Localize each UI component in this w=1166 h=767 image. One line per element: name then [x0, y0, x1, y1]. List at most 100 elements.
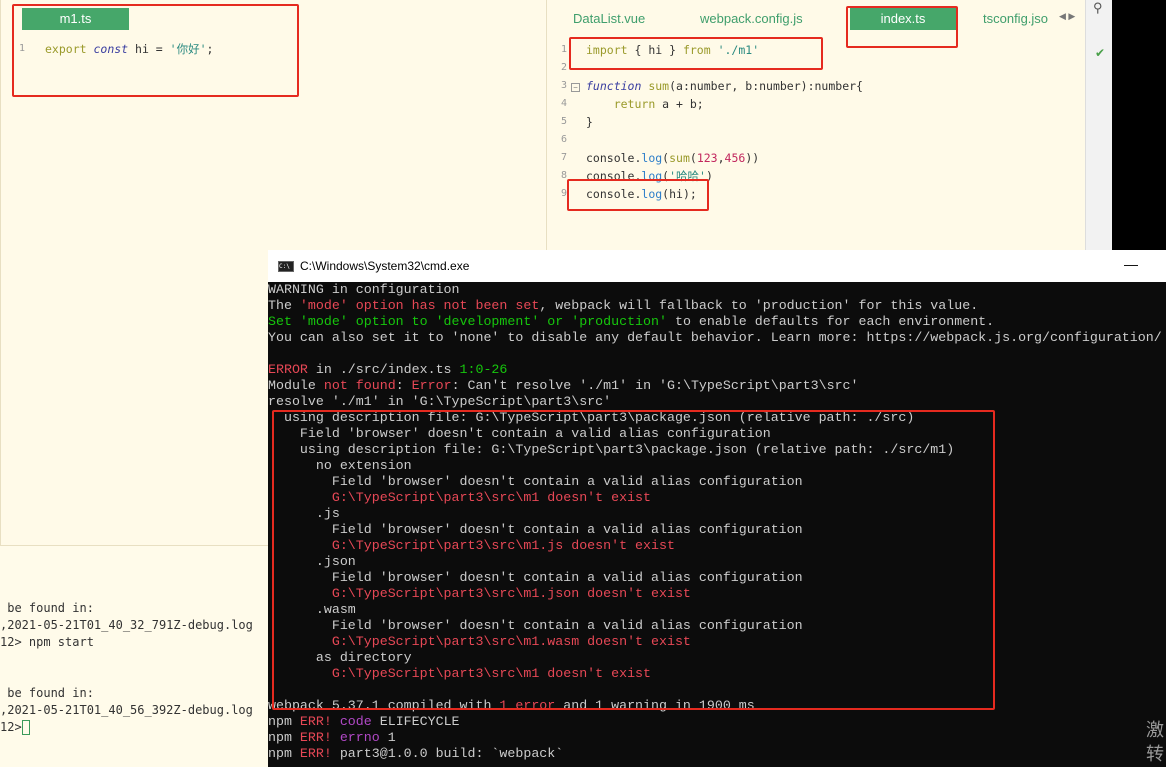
cmd-line	[268, 346, 1162, 362]
cmd-text-segment: 1	[379, 730, 396, 745]
cmd-line: as directory	[268, 650, 1162, 666]
code-token: hi =	[128, 42, 170, 56]
cmd-line: .json	[268, 554, 1162, 570]
cmd-text-segment: Field 'browser' doesn't contain a valid …	[268, 618, 803, 633]
line-number: 6	[560, 134, 568, 145]
code-token: const	[93, 42, 129, 56]
terminal-line: ,2021-05-21T01_40_32_791Z-debug.log	[0, 618, 253, 632]
cmd-line: Field 'browser' doesn't contain a valid …	[268, 474, 1162, 490]
tab-tsconfig[interactable]: tsconfig.jso	[983, 8, 1048, 30]
code-line[interactable]: console.log(sum(123,456))	[586, 149, 759, 167]
cmd-line: .js	[268, 506, 1162, 522]
cmd-text-segment: WARNING in configuration	[268, 282, 460, 297]
code-token: log	[641, 151, 663, 165]
cmd-text-segment: .wasm	[268, 602, 356, 617]
code-token: console.	[586, 187, 642, 201]
cmd-text-segment: as directory	[268, 650, 412, 665]
cmd-line: You can also set it to 'none' to disable…	[268, 330, 1162, 346]
cmd-line: Field 'browser' doesn't contain a valid …	[268, 426, 1162, 442]
cmd-text-segment: Field 'browser' doesn't contain a valid …	[268, 570, 803, 585]
cmd-text-segment: resolve './m1' in 'G:\TypeScript\part3\s…	[268, 394, 612, 409]
cmd-text-segment: errno	[331, 730, 380, 745]
cmd-line: Field 'browser' doesn't contain a valid …	[268, 618, 1162, 634]
cmd-text-segment: Module	[268, 378, 324, 393]
cmd-line: G:\TypeScript\part3\src\m1 doesn't exist	[268, 490, 1162, 506]
cmd-title: C:\Windows\System32\cmd.exe	[300, 259, 470, 273]
tab-webpack-config[interactable]: webpack.config.js	[700, 8, 803, 30]
code-token: function	[586, 79, 642, 93]
code-line[interactable]: import { hi } from './m1'	[586, 41, 759, 59]
cmd-line: no extension	[268, 458, 1162, 474]
search-icon[interactable]: ⚲	[1093, 0, 1103, 16]
cmd-window[interactable]: C:\ C:\Windows\System32\cmd.exe — WARNIN…	[268, 250, 1166, 767]
code-token: 123	[696, 151, 718, 165]
code-token: (a:number, b:number):number{	[669, 79, 863, 93]
code-line[interactable]: console.log('哈哈')	[586, 167, 713, 185]
terminal-line: ,2021-05-21T01_40_56_392Z-debug.log	[0, 703, 253, 717]
code-token: log	[641, 169, 663, 183]
code-token: console.	[586, 151, 642, 165]
code-token: export	[45, 42, 94, 56]
cmd-text-segment: code	[331, 714, 372, 729]
cmd-text-segment: Field 'browser' doesn't contain a valid …	[268, 426, 771, 441]
cmd-text-segment: , webpack will fallback to 'production' …	[539, 298, 979, 313]
cmd-line: resolve './m1' in 'G:\TypeScript\part3\s…	[268, 394, 1162, 410]
cmd-text-segment: Set 'mode' option to 'development' or 'p…	[268, 314, 667, 329]
cmd-text-segment: to enable defaults for each environment.	[666, 314, 995, 329]
cmd-text-segment: part3@1.0.0 build: `webpack`	[331, 746, 564, 761]
code-token: '你好'	[169, 42, 207, 56]
cmd-text-segment: The	[268, 298, 300, 313]
integrated-terminal[interactable]: be found in: ,2021-05-21T01_40_32_791Z-de…	[0, 545, 268, 767]
cmd-app-icon: C:\	[278, 260, 294, 272]
cmd-text-segment: 'mode' option has not been set	[299, 298, 540, 313]
code-line[interactable]: return a + b;	[586, 95, 704, 113]
code-token: (hi);	[662, 187, 697, 201]
cmd-text-segment: 1 error	[499, 698, 556, 713]
cmd-text-segment: not found	[323, 378, 396, 393]
code-token: return	[613, 97, 656, 111]
cmd-text-segment: Error	[411, 378, 452, 393]
tab-scroll-arrows-icon[interactable]: ◀ ▶	[1059, 11, 1075, 22]
code-line[interactable]: function sum(a:number, b:number):number{	[586, 77, 863, 95]
terminal-line: be found in:	[0, 686, 94, 700]
cmd-line: Field 'browser' doesn't contain a valid …	[268, 570, 1162, 586]
code-line[interactable]: }	[586, 113, 593, 131]
cmd-line: WARNING in configuration	[268, 282, 1162, 298]
tab-index-ts[interactable]: index.ts	[850, 8, 956, 30]
cmd-line: ERROR in ./src/index.ts 1:0-26	[268, 362, 1162, 378]
minimize-button[interactable]: —	[1124, 256, 1138, 272]
cmd-text-segment: G:\TypeScript\part3\src\m1 doesn't exist	[268, 490, 652, 505]
code-token: import	[586, 43, 628, 57]
line-number: 1	[18, 43, 26, 54]
code-token: 456	[724, 151, 746, 165]
cmd-line: G:\TypeScript\part3\src\m1 doesn't exist	[268, 666, 1162, 682]
cmd-line: webpack 5.37.1 compiled with 1 error and…	[268, 698, 1162, 714]
cmd-line: using description file: G:\TypeScript\pa…	[268, 442, 1162, 458]
code-token: from	[682, 43, 711, 57]
cmd-text-segment: in ./src/index.ts	[307, 362, 460, 377]
watermark-char: 激	[1146, 720, 1164, 740]
terminal-cursor	[22, 720, 30, 735]
code-token: ))	[745, 151, 760, 165]
code-token: ,	[717, 151, 725, 165]
code-line[interactable]: console.log(hi);	[586, 185, 697, 203]
cmd-text-segment: npm	[268, 746, 300, 761]
line-number: 2	[560, 62, 568, 73]
cmd-text-segment: :	[395, 378, 412, 393]
code-line[interactable]: export const hi = '你好';	[45, 40, 213, 58]
tab-datalist-vue[interactable]: DataList.vue	[573, 8, 645, 30]
cmd-line	[268, 682, 1162, 698]
watermark: 激 转	[1146, 718, 1164, 766]
cmd-line: npm ERR! code ELIFECYCLE	[268, 714, 1162, 730]
cmd-text-segment: ERR!	[299, 730, 332, 745]
cmd-line: The 'mode' option has not been set, webp…	[268, 298, 1162, 314]
line-number: 5	[560, 116, 568, 127]
terminal-line: be found in:	[0, 601, 94, 615]
cmd-text-segment: G:\TypeScript\part3\src\m1.js doesn't ex…	[268, 538, 675, 553]
cmd-line: G:\TypeScript\part3\src\m1.json doesn't …	[268, 586, 1162, 602]
fold-icon[interactable]: −	[571, 83, 580, 92]
tab-m1-ts[interactable]: m1.ts	[22, 8, 129, 30]
cmd-title-bar[interactable]: C:\ C:\Windows\System32\cmd.exe —	[268, 250, 1166, 282]
cmd-line: .wasm	[268, 602, 1162, 618]
right-sidebar: ⚲ ✔	[1085, 0, 1112, 250]
